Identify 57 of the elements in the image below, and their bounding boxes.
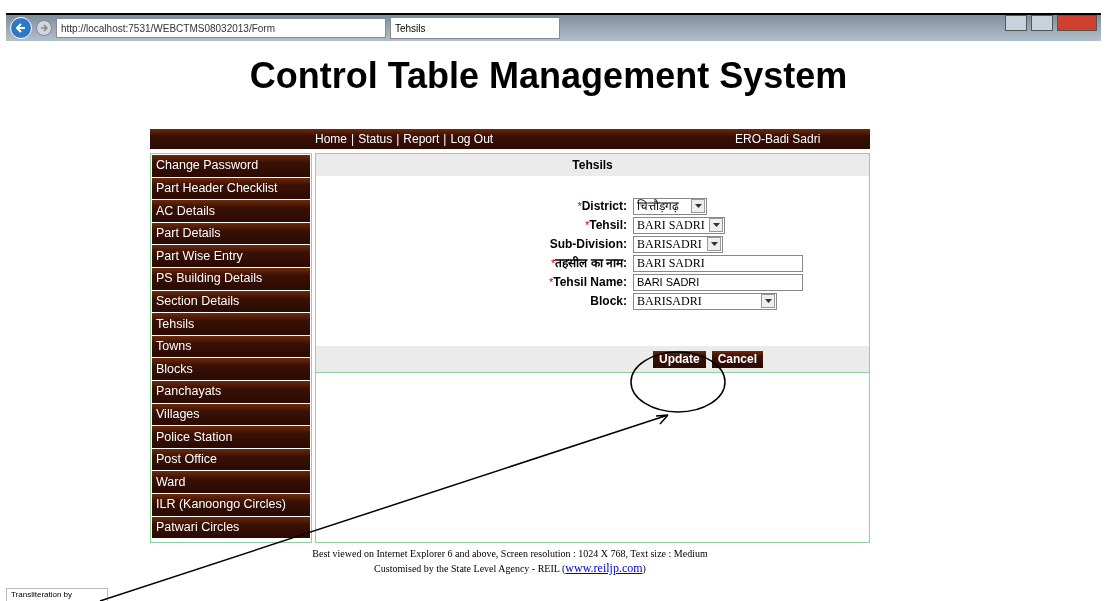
sidebar-item[interactable]: Change Password bbox=[152, 155, 310, 177]
field-label: Tehsil Name: bbox=[553, 274, 627, 291]
nav-link[interactable]: Home bbox=[315, 130, 347, 148]
field-label: तहसील का नाम: bbox=[555, 255, 627, 272]
browser-tab[interactable]: Tehsils bbox=[390, 17, 560, 39]
nav-link[interactable]: Status bbox=[358, 130, 393, 148]
sidebar-item[interactable]: Tehsils bbox=[152, 313, 310, 335]
dropdown-field[interactable]: BARISADRI bbox=[633, 235, 723, 253]
page-title: Control Table Management System bbox=[248, 54, 849, 98]
minimize-button[interactable] bbox=[1005, 15, 1027, 31]
sidebar-item[interactable]: Part Details bbox=[152, 222, 310, 245]
user-label: ERO-Badi Sadri bbox=[735, 131, 821, 148]
sidebar-item[interactable]: Towns bbox=[152, 335, 310, 358]
sidebar-item[interactable]: Part Wise Entry bbox=[152, 245, 310, 267]
maximize-button[interactable] bbox=[1031, 15, 1053, 31]
back-button[interactable] bbox=[10, 17, 32, 39]
sidebar-item[interactable]: ILR (Kanoongo Circles) bbox=[152, 493, 310, 516]
sidebar-item[interactable]: Blocks bbox=[152, 358, 310, 380]
footer-credit: Customised by the State Level Agency - REIL (www.reiljp.com) bbox=[373, 561, 647, 576]
address-bar[interactable]: http://localhost:7531/WEBCTMS08032013/Form bbox=[56, 18, 386, 38]
sidebar-item[interactable]: Post Office bbox=[152, 448, 310, 471]
back-arrow-icon bbox=[16, 23, 26, 33]
footer-note: Best viewed on Internet Explorer 6 and above, Screen resolution : 1024 X 768, Text size : Medium bbox=[311, 547, 709, 561]
sidebar-item[interactable]: PS Building Details bbox=[152, 267, 310, 290]
nav-separator: | bbox=[351, 131, 355, 148]
sidebar-item[interactable]: Police Station bbox=[152, 426, 310, 448]
dropdown-field[interactable]: चित्तौड़गढ़ bbox=[633, 197, 707, 215]
forward-arrow-icon bbox=[40, 24, 48, 32]
required-mark: * bbox=[577, 198, 582, 214]
required-mark: * bbox=[548, 274, 554, 290]
field-label: District: bbox=[581, 198, 627, 215]
cancel-button[interactable]: Cancel bbox=[711, 350, 764, 368]
required-mark: * bbox=[551, 255, 556, 271]
sidebar-item[interactable]: Ward bbox=[152, 471, 310, 493]
sidebar-item[interactable]: AC Details bbox=[152, 200, 310, 222]
nav-link[interactable]: Log Out bbox=[450, 130, 494, 148]
sidebar-item[interactable]: Panchayats bbox=[152, 380, 310, 403]
forward-button[interactable] bbox=[36, 20, 52, 36]
transliteration-badge: Transliteration by bbox=[6, 588, 108, 601]
field-label: Block: bbox=[590, 293, 627, 310]
footer-link[interactable]: www.reiljp.com bbox=[565, 561, 643, 575]
sidebar-item[interactable]: Patwari Circles bbox=[152, 516, 310, 539]
nav-separator: | bbox=[443, 131, 447, 148]
required-mark: * bbox=[584, 217, 590, 233]
nav-link[interactable]: Report bbox=[403, 130, 440, 148]
field-label: Tehsil: bbox=[589, 217, 627, 234]
form-title: Tehsils bbox=[572, 157, 613, 174]
text-field[interactable]: BARI SADRI bbox=[633, 254, 803, 272]
dropdown-field[interactable]: BARISADRI bbox=[633, 292, 777, 310]
nav-separator: | bbox=[396, 131, 400, 148]
text-field[interactable]: BARI SADRI bbox=[633, 273, 803, 291]
dropdown-field[interactable]: BARI SADRI bbox=[633, 216, 725, 234]
sidebar-item[interactable]: Part Header Checklist bbox=[152, 177, 310, 200]
sidebar-item[interactable]: Section Details bbox=[152, 290, 310, 313]
field-label: Sub-Division: bbox=[549, 236, 627, 253]
sidebar-item[interactable]: Villages bbox=[152, 403, 310, 426]
update-button[interactable]: Update bbox=[653, 350, 706, 368]
